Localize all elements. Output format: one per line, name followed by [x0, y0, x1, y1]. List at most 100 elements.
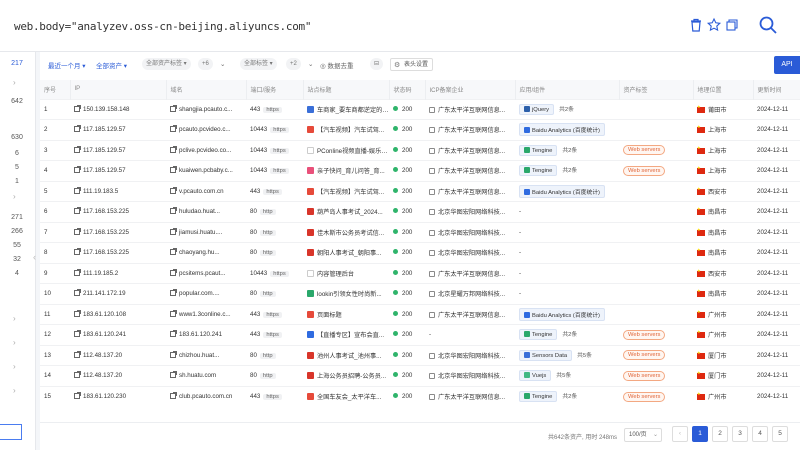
external-link-icon[interactable] — [170, 166, 177, 174]
chevron-down-icon[interactable]: ⌄ — [308, 60, 313, 68]
query-input[interactable]: web.body="analyzev.oss-cn-beijing.aliyun… — [14, 20, 311, 33]
title-cell[interactable]: 佳木斯市公务员考试信... — [303, 221, 389, 243]
page-button[interactable]: 4 — [752, 426, 768, 442]
stats-icon[interactable]: ⊟ — [370, 58, 384, 70]
domain-cell[interactable]: www1.3conline.c... — [166, 303, 246, 325]
domain-cell[interactable]: 183.61.120.241 — [166, 324, 246, 345]
api-button[interactable]: API — [774, 56, 800, 74]
external-link-icon[interactable] — [170, 248, 177, 256]
chevron-right-icon[interactable]: › — [13, 362, 16, 371]
asset-filter[interactable]: 全部资产 ▾ — [96, 60, 127, 70]
table-row[interactable]: 3 117.185.129.57 pclive.pcvideo.co... 10… — [40, 139, 800, 161]
icp-name[interactable]: 北京华图宏阳网络科技... — [438, 353, 505, 360]
app-tag[interactable]: Tengine — [519, 144, 558, 156]
asset-tag-badge[interactable]: Web servers — [623, 145, 666, 156]
port-cell[interactable]: 80 http — [246, 344, 303, 366]
external-link-icon[interactable] — [170, 207, 177, 215]
app-tag[interactable]: Tengine — [519, 165, 558, 177]
domain-cell[interactable]: sh.huatu.com — [166, 365, 246, 386]
external-link-icon[interactable] — [170, 104, 177, 112]
app-more-link[interactable]: 共2条 — [562, 394, 577, 400]
icp-name[interactable]: 广东太平洋互联网信息... — [438, 107, 505, 114]
domain-cell[interactable]: pcsitems.pcaut... — [166, 262, 246, 284]
ip-cell[interactable]: 211.141.172.19 — [70, 283, 166, 304]
asset-tag-badge[interactable]: Web servers — [623, 165, 666, 176]
domain-cell[interactable]: club.pcauto.com.cn — [166, 385, 246, 407]
chevron-right-icon[interactable]: › — [13, 78, 16, 87]
col-asset-tag-header[interactable]: 资产标签 — [619, 80, 694, 99]
app-more-link[interactable]: 共5条 — [556, 373, 571, 379]
app-tag[interactable]: Vuejs — [519, 370, 552, 382]
col-location-header[interactable]: 地理位置 — [693, 80, 754, 99]
title-cell[interactable]: 亲子快问_育儿问答_育... — [303, 160, 389, 181]
ip-cell[interactable]: 117.185.129.57 — [70, 119, 166, 140]
icp-name[interactable]: 广东太平洋互联网信息... — [438, 148, 505, 155]
external-link-icon[interactable] — [74, 186, 81, 194]
external-link-icon[interactable] — [74, 207, 81, 215]
external-link-icon[interactable] — [74, 330, 81, 338]
app-more-link[interactable]: 共2条 — [562, 332, 577, 338]
title-cell[interactable]: 池州人事考试_池州事... — [303, 344, 389, 366]
sidebar-count[interactable]: 5 — [0, 164, 34, 171]
app-tag[interactable]: Baidu Analytics (百度统计) — [519, 307, 605, 321]
table-row[interactable]: 11 183.61.120.108 www1.3conline.c... 443… — [40, 303, 800, 325]
table-row[interactable]: 8 117.168.153.225 chaoyang.hu... 80 http … — [40, 242, 800, 263]
app-tag[interactable]: jQuery — [519, 103, 555, 115]
table-row[interactable]: 14 112.48.137.20 sh.huatu.com 80 http 上海公… — [40, 365, 800, 386]
port-cell[interactable]: 10443 https — [246, 262, 303, 284]
icp-name[interactable]: 广东太平洋互联网信息... — [438, 394, 505, 401]
ip-cell[interactable]: 183.61.120.241 — [70, 324, 166, 345]
ip-cell[interactable]: 183.61.120.108 — [70, 303, 166, 325]
asset-tag-filter[interactable]: 全部资产标签 ▾ — [142, 58, 191, 70]
external-link-icon[interactable] — [170, 268, 177, 276]
port-cell[interactable]: 443 https — [246, 324, 303, 345]
app-more-link[interactable]: 共5条 — [577, 353, 592, 359]
external-link-icon[interactable] — [74, 227, 81, 235]
ip-cell[interactable]: 117.185.129.57 — [70, 139, 166, 161]
port-cell[interactable]: 80 http — [246, 242, 303, 263]
chevron-right-icon[interactable]: › — [13, 338, 16, 347]
title-cell[interactable]: 【汽车视频】汽车试驾... — [303, 119, 389, 140]
chevron-right-icon[interactable]: › — [13, 314, 16, 323]
icp-name[interactable]: 北京华图宏阳网络科技... — [438, 209, 505, 216]
title-cell[interactable]: 【直播专区】宣布会直... — [303, 324, 389, 345]
domain-cell[interactable]: chizhou.huat... — [166, 344, 246, 366]
sidebar-count[interactable]: 4 — [0, 270, 34, 277]
external-link-icon[interactable] — [170, 371, 177, 379]
app-tag[interactable]: Tengine — [519, 391, 558, 402]
col-ip-header[interactable]: IP — [70, 80, 167, 99]
domain-cell[interactable]: popular.com.... — [166, 283, 246, 304]
table-row[interactable]: 2 117.185.129.57 pcauto.pcvideo.c... 104… — [40, 119, 800, 140]
app-tag[interactable]: Baidu Analytics (百度统计) — [519, 184, 605, 198]
col-app-header[interactable]: 应用/组件 — [515, 80, 620, 99]
chevron-right-icon[interactable]: › — [13, 192, 16, 201]
title-cell[interactable]: lookin引领女性时尚新... — [303, 283, 389, 304]
asset-tag-badge[interactable]: Web servers — [623, 350, 666, 361]
table-row[interactable]: 5 111.19.183.5 v.pcauto.com.cn 443 https … — [40, 180, 800, 202]
page-size-select[interactable]: 100/页 ⌄ — [624, 428, 662, 442]
table-row[interactable]: 1 150.139.158.148 shangjia.pcauto.c... 4… — [40, 98, 800, 120]
external-link-icon[interactable] — [74, 350, 81, 358]
domain-cell[interactable]: jiamusi.huatu.... — [166, 221, 246, 243]
table-row[interactable]: 7 117.168.153.225 jiamusi.huatu.... 80 ht… — [40, 221, 800, 243]
time-filter[interactable]: 最近一个月 ▾ — [48, 60, 86, 70]
domain-cell[interactable]: chaoyang.hu... — [166, 242, 246, 263]
icp-name[interactable]: 广东太平洋互联网信息... — [438, 189, 505, 196]
table-row[interactable]: 4 117.185.129.57 kuaiwen.pcbaby.c... 104… — [40, 160, 800, 181]
app-more-link[interactable]: 共2条 — [559, 107, 574, 113]
ip-cell[interactable]: 117.168.153.225 — [70, 242, 166, 263]
sidebar-count[interactable]: 55 — [0, 242, 34, 249]
page-button[interactable]: 2 — [712, 426, 728, 442]
port-cell[interactable]: 10443 https — [246, 160, 303, 181]
icp-name[interactable]: 北京华图宏阳网络科技... — [438, 230, 505, 237]
external-link-icon[interactable] — [170, 392, 177, 399]
external-link-icon[interactable] — [74, 125, 81, 133]
chevron-down-icon[interactable]: ⌄ — [220, 60, 225, 68]
ip-cell[interactable]: 112.48.137.20 — [70, 344, 166, 366]
page-button[interactable]: 1 — [692, 426, 708, 442]
table-row[interactable]: 13 112.48.137.20 chizhou.huat... 80 http … — [40, 344, 800, 366]
title-cell[interactable]: 页面标题 — [303, 303, 389, 325]
col-status-header[interactable]: 状态码 — [389, 80, 426, 99]
sidebar-count[interactable]: 642 — [0, 98, 34, 105]
port-cell[interactable]: 10443 https — [246, 119, 303, 140]
